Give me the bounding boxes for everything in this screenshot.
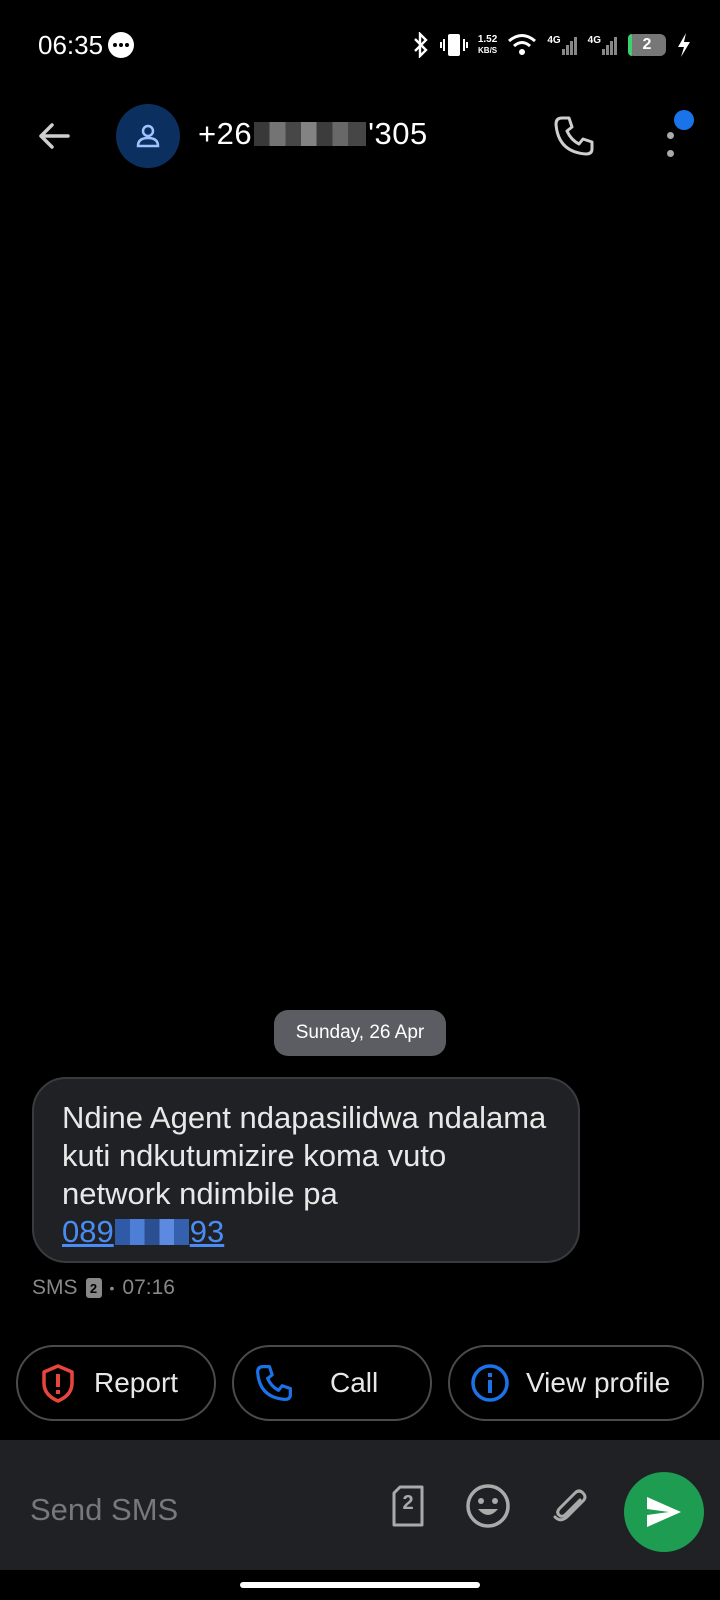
- sim-icon: 2: [85, 1278, 102, 1298]
- paperclip-icon: [553, 1489, 587, 1522]
- redacted-digits: [254, 122, 367, 146]
- composer-bar: 2: [0, 1440, 720, 1570]
- wifi-icon: [508, 34, 537, 55]
- status-icons: 1.52 KB/S 4G 4G 2: [412, 28, 692, 62]
- charging-icon: [678, 33, 690, 57]
- chat-notification-icon: [108, 32, 134, 58]
- view-profile-button[interactable]: View profile: [448, 1345, 704, 1421]
- bluetooth-icon: [413, 32, 428, 58]
- signal-icon: [602, 37, 617, 55]
- vibrate-icon: [439, 34, 468, 56]
- meta-separator: •: [109, 1280, 115, 1296]
- message-text: Ndine Agent ndapasilidwa ndalama kuti nd…: [62, 1100, 547, 1211]
- battery-icon: 2: [628, 34, 666, 56]
- status-bar: 06:35 1.52 KB/S 4G 4G 2: [0, 0, 720, 90]
- message-bubble[interactable]: Ndine Agent ndapasilidwa ndalama kuti nd…: [32, 1077, 580, 1263]
- date-separator: Sunday, 26 Apr: [274, 1010, 446, 1056]
- attach-button[interactable]: [544, 1480, 596, 1532]
- more-vert-icon: [667, 132, 674, 139]
- call-action-button[interactable]: Call: [232, 1345, 432, 1421]
- arrow-back-icon: [39, 123, 70, 149]
- phone-icon: [254, 1363, 294, 1403]
- conversation-header: +26 '305: [0, 96, 720, 176]
- message-channel: SMS: [32, 1276, 78, 1299]
- emoji-icon: [466, 1484, 510, 1528]
- sim-select-button[interactable]: 2: [382, 1480, 434, 1532]
- redacted-digits: [114, 1219, 189, 1245]
- message-time: 07:16: [122, 1276, 175, 1299]
- sim2-signal: 4G: [588, 35, 618, 55]
- shield-alert-icon: [38, 1363, 78, 1403]
- network-speed: 1.52 KB/S: [477, 34, 498, 55]
- call-button[interactable]: [548, 110, 600, 162]
- more-options-button[interactable]: [650, 110, 694, 162]
- contact-number[interactable]: +26 '305: [198, 116, 428, 152]
- info-icon: [470, 1363, 510, 1403]
- person-icon: [136, 124, 160, 148]
- home-indicator[interactable]: [240, 1582, 480, 1588]
- contact-avatar[interactable]: [116, 104, 180, 168]
- phone-icon: [554, 116, 594, 156]
- back-button[interactable]: [30, 112, 78, 160]
- sim1-signal: 4G: [547, 35, 577, 55]
- emoji-button[interactable]: [462, 1480, 514, 1532]
- send-icon: [647, 1497, 681, 1527]
- report-button[interactable]: Report: [16, 1345, 216, 1421]
- message-meta: SMS 2 • 07:16: [32, 1276, 175, 1300]
- message-input[interactable]: [28, 1484, 372, 1536]
- status-time: 06:35: [38, 30, 104, 60]
- send-button[interactable]: [624, 1472, 704, 1552]
- notification-dot: [674, 110, 694, 130]
- phone-number-link[interactable]: 089 93: [62, 1213, 224, 1251]
- signal-icon: [561, 37, 577, 55]
